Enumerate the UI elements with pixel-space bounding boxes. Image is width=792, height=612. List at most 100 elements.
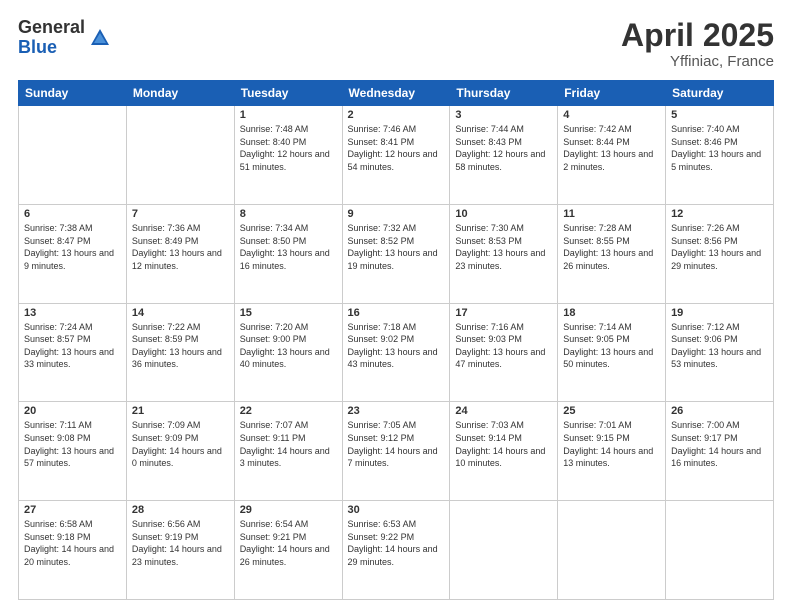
day-cell: 19 Sunrise: 7:12 AM Sunset: 9:06 PM Dayli… (666, 303, 774, 402)
day-info: Sunrise: 7:16 AM Sunset: 9:03 PM Dayligh… (455, 321, 552, 371)
day-cell: 5Sunrise: 7:40 AM Sunset: 8:46 PM Daylig… (666, 106, 774, 205)
day-number: 18 (563, 307, 660, 319)
day-cell: 27 Sunrise: 6:58 AM Sunset: 9:18 PM Dayli… (19, 501, 127, 600)
main-title: April 2025 (621, 18, 774, 53)
day-info: Sunrise: 7:01 AM Sunset: 9:15 PM Dayligh… (563, 419, 660, 469)
day-cell: 26 Sunrise: 7:00 AM Sunset: 9:17 PM Dayli… (666, 402, 774, 501)
day-info: Sunrise: 7:48 AM Sunset: 8:40 PM Dayligh… (240, 123, 337, 173)
day-number: 4 (563, 109, 660, 121)
day-number: 16 (348, 307, 445, 319)
day-cell: 28 Sunrise: 6:56 AM Sunset: 9:19 PM Dayli… (126, 501, 234, 600)
day-cell: 12Sunrise: 7:26 AM Sunset: 8:56 PM Dayli… (666, 204, 774, 303)
day-number: 5 (671, 109, 768, 121)
day-number: 27 (24, 504, 121, 516)
day-info: Sunrise: 7:36 AM Sunset: 8:49 PM Dayligh… (132, 222, 229, 272)
col-header-monday: Monday (126, 81, 234, 106)
day-cell: 3Sunrise: 7:44 AM Sunset: 8:43 PM Daylig… (450, 106, 558, 205)
day-cell: 24 Sunrise: 7:03 AM Sunset: 9:14 PM Dayli… (450, 402, 558, 501)
day-cell: 25 Sunrise: 7:01 AM Sunset: 9:15 PM Dayli… (558, 402, 666, 501)
day-info: Sunrise: 7:12 AM Sunset: 9:06 PM Dayligh… (671, 321, 768, 371)
day-info: Sunrise: 7:46 AM Sunset: 8:41 PM Dayligh… (348, 123, 445, 173)
col-header-tuesday: Tuesday (234, 81, 342, 106)
day-cell: 2 Sunrise: 7:46 AM Sunset: 8:41 PM Daylig… (342, 106, 450, 205)
day-info: Sunrise: 7:32 AM Sunset: 8:52 PM Dayligh… (348, 222, 445, 272)
day-cell (126, 106, 234, 205)
logo-general-text: General (18, 18, 85, 38)
day-cell: 4 Sunrise: 7:42 AM Sunset: 8:44 PM Daylig… (558, 106, 666, 205)
calendar-table: SundayMondayTuesdayWednesdayThursdayFrid… (18, 80, 774, 600)
day-number: 26 (671, 405, 768, 417)
day-number: 19 (671, 307, 768, 319)
day-cell: 23 Sunrise: 7:05 AM Sunset: 9:12 PM Dayli… (342, 402, 450, 501)
day-cell: 7 Sunrise: 7:36 AM Sunset: 8:49 PM Daylig… (126, 204, 234, 303)
day-number: 12 (671, 208, 768, 220)
page: General Blue April 2025 Yffiniac, France… (0, 0, 792, 612)
day-number: 11 (563, 208, 660, 220)
week-row-2: 6 Sunrise: 7:38 AM Sunset: 8:47 PM Daylig… (19, 204, 774, 303)
day-info: Sunrise: 7:18 AM Sunset: 9:02 PM Dayligh… (348, 321, 445, 371)
day-number: 25 (563, 405, 660, 417)
day-cell: 18Sunrise: 7:14 AM Sunset: 9:05 PM Dayli… (558, 303, 666, 402)
day-number: 20 (24, 405, 121, 417)
day-number: 7 (132, 208, 229, 220)
week-row-3: 13Sunrise: 7:24 AM Sunset: 8:57 PM Dayli… (19, 303, 774, 402)
day-info: Sunrise: 7:22 AM Sunset: 8:59 PM Dayligh… (132, 321, 229, 371)
day-info: Sunrise: 6:54 AM Sunset: 9:21 PM Dayligh… (240, 518, 337, 568)
day-cell: 16 Sunrise: 7:18 AM Sunset: 9:02 PM Dayli… (342, 303, 450, 402)
day-number: 17 (455, 307, 552, 319)
logo-blue-text: Blue (18, 38, 85, 58)
day-number: 8 (240, 208, 337, 220)
day-info: Sunrise: 6:56 AM Sunset: 9:19 PM Dayligh… (132, 518, 229, 568)
day-info: Sunrise: 7:00 AM Sunset: 9:17 PM Dayligh… (671, 419, 768, 469)
week-row-5: 27 Sunrise: 6:58 AM Sunset: 9:18 PM Dayli… (19, 501, 774, 600)
day-number: 1 (240, 109, 337, 121)
day-info: Sunrise: 6:53 AM Sunset: 9:22 PM Dayligh… (348, 518, 445, 568)
day-info: Sunrise: 7:38 AM Sunset: 8:47 PM Dayligh… (24, 222, 121, 272)
day-cell: 10 Sunrise: 7:30 AM Sunset: 8:53 PM Dayli… (450, 204, 558, 303)
day-info: Sunrise: 7:20 AM Sunset: 9:00 PM Dayligh… (240, 321, 337, 371)
logo: General Blue (18, 18, 111, 58)
day-number: 30 (348, 504, 445, 516)
day-info: Sunrise: 7:30 AM Sunset: 8:53 PM Dayligh… (455, 222, 552, 272)
logo-icon (89, 27, 111, 49)
day-cell: 22Sunrise: 7:07 AM Sunset: 9:11 PM Dayli… (234, 402, 342, 501)
day-number: 22 (240, 405, 337, 417)
week-row-1: 1 Sunrise: 7:48 AM Sunset: 8:40 PM Daylig… (19, 106, 774, 205)
day-cell: 13Sunrise: 7:24 AM Sunset: 8:57 PM Dayli… (19, 303, 127, 402)
day-cell: 14 Sunrise: 7:22 AM Sunset: 8:59 PM Dayli… (126, 303, 234, 402)
day-number: 6 (24, 208, 121, 220)
day-info: Sunrise: 7:09 AM Sunset: 9:09 PM Dayligh… (132, 419, 229, 469)
day-info: Sunrise: 7:11 AM Sunset: 9:08 PM Dayligh… (24, 419, 121, 469)
day-number: 2 (348, 109, 445, 121)
day-cell (450, 501, 558, 600)
col-header-thursday: Thursday (450, 81, 558, 106)
header-row: SundayMondayTuesdayWednesdayThursdayFrid… (19, 81, 774, 106)
col-header-wednesday: Wednesday (342, 81, 450, 106)
day-number: 10 (455, 208, 552, 220)
day-number: 21 (132, 405, 229, 417)
day-info: Sunrise: 7:42 AM Sunset: 8:44 PM Dayligh… (563, 123, 660, 173)
day-info: Sunrise: 7:03 AM Sunset: 9:14 PM Dayligh… (455, 419, 552, 469)
day-info: Sunrise: 7:24 AM Sunset: 8:57 PM Dayligh… (24, 321, 121, 371)
day-cell (558, 501, 666, 600)
day-cell (666, 501, 774, 600)
day-cell: 8Sunrise: 7:34 AM Sunset: 8:50 PM Daylig… (234, 204, 342, 303)
day-number: 9 (348, 208, 445, 220)
day-number: 14 (132, 307, 229, 319)
day-cell: 6 Sunrise: 7:38 AM Sunset: 8:47 PM Daylig… (19, 204, 127, 303)
header: General Blue April 2025 Yffiniac, France (18, 18, 774, 70)
day-number: 15 (240, 307, 337, 319)
day-info: Sunrise: 6:58 AM Sunset: 9:18 PM Dayligh… (24, 518, 121, 568)
day-number: 23 (348, 405, 445, 417)
day-cell: 1 Sunrise: 7:48 AM Sunset: 8:40 PM Daylig… (234, 106, 342, 205)
week-row-4: 20 Sunrise: 7:11 AM Sunset: 9:08 PM Dayli… (19, 402, 774, 501)
day-info: Sunrise: 7:05 AM Sunset: 9:12 PM Dayligh… (348, 419, 445, 469)
day-cell: 9 Sunrise: 7:32 AM Sunset: 8:52 PM Daylig… (342, 204, 450, 303)
day-number: 28 (132, 504, 229, 516)
day-cell: 17 Sunrise: 7:16 AM Sunset: 9:03 PM Dayli… (450, 303, 558, 402)
day-number: 29 (240, 504, 337, 516)
col-header-sunday: Sunday (19, 81, 127, 106)
day-number: 24 (455, 405, 552, 417)
col-header-saturday: Saturday (666, 81, 774, 106)
day-cell (19, 106, 127, 205)
